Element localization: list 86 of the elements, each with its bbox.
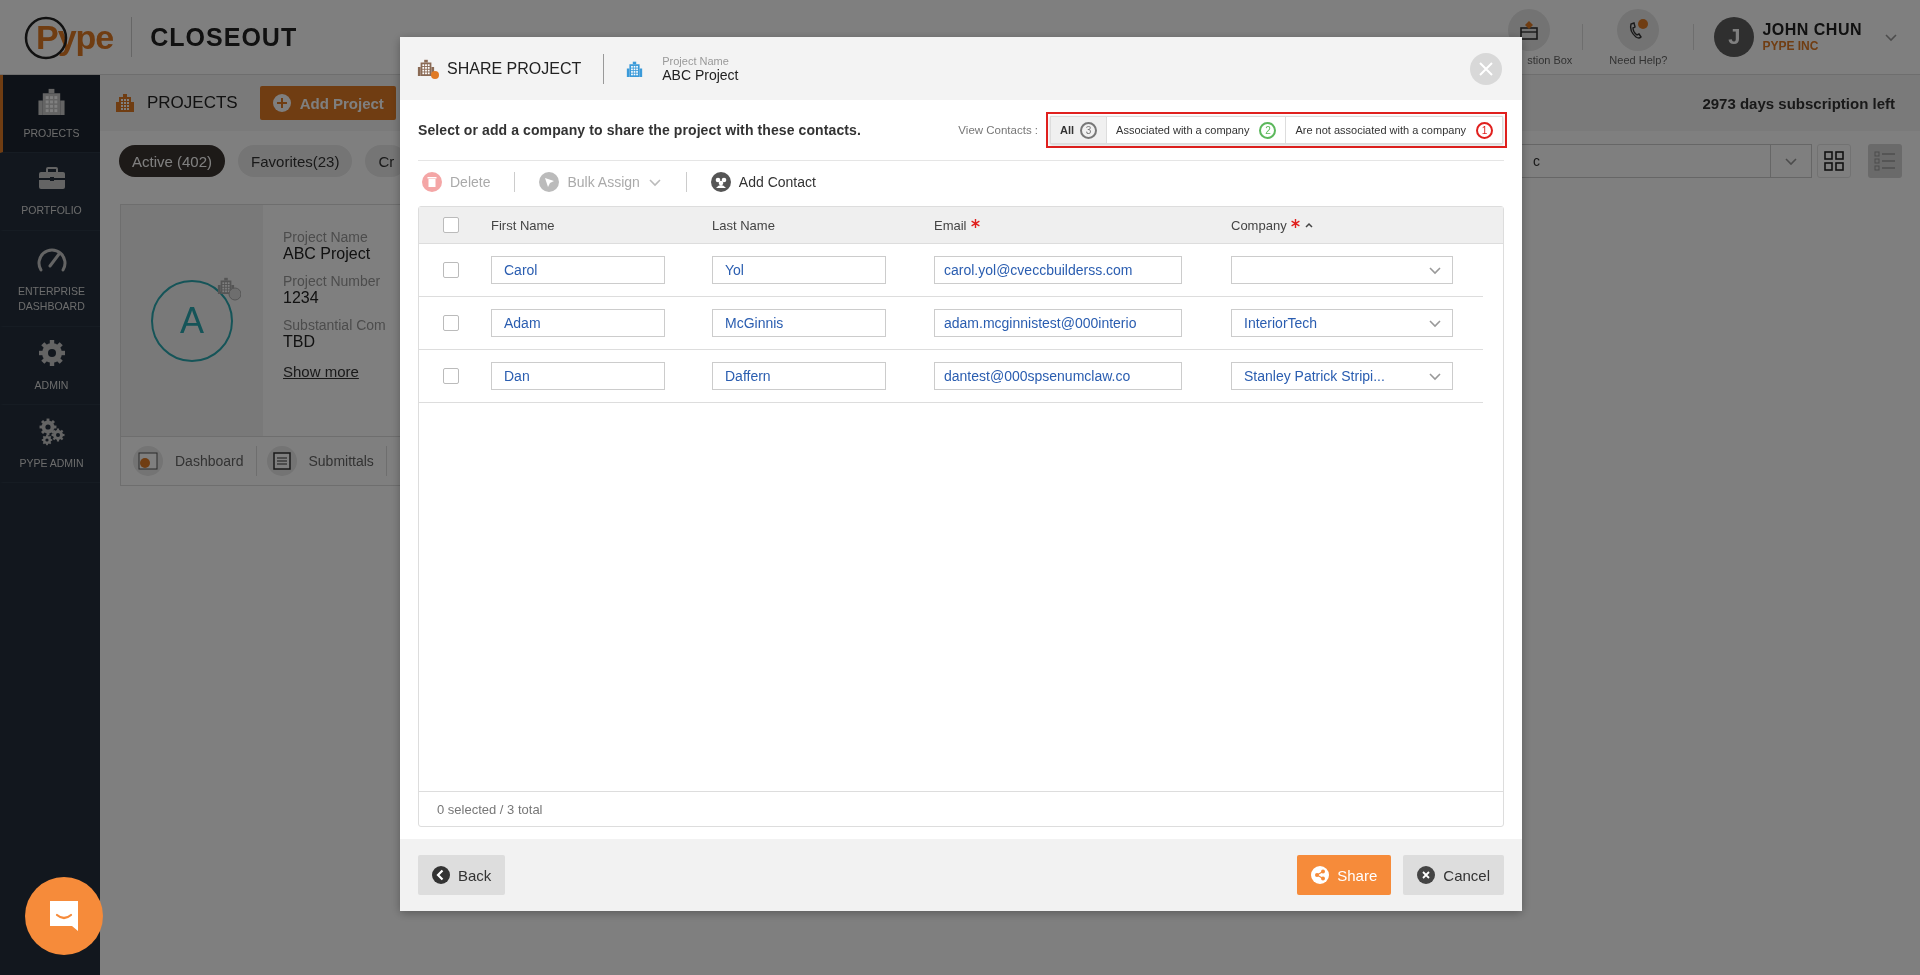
people-icon [710,172,731,192]
dialog-title: SHARE PROJECT [447,59,582,78]
field-value: ABC Project [283,245,372,263]
user-avatar: J [1714,17,1755,57]
column-heading[interactable]: First Name [491,217,712,233]
column-heading[interactable]: Last Name [712,217,934,233]
required-icon [1290,218,1300,228]
tab-label: All [1060,124,1075,136]
building-icon [626,59,645,78]
chevron-down-icon [1784,155,1798,167]
chevron-down-icon [1428,264,1442,276]
sort-up-icon[interactable] [1303,221,1314,229]
close-icon [1479,61,1493,76]
view-toggle[interactable] [1817,144,1851,178]
count-badge: 1 [1476,121,1493,139]
sidebar-item[interactable]: PROJECTS [0,75,100,153]
product-name: CLOSEOUT [150,22,298,52]
chevron-down-icon [647,176,662,188]
share-icon [1311,866,1330,884]
company-select[interactable]: InteriorTech [1231,309,1453,337]
email-field[interactable]: carol.yol@cveccbuilderss.com [934,256,1182,284]
instruction-text: Select or add a company to share the project with these contacts. [418,122,861,138]
count-badge: 3 [1080,121,1098,139]
filter-pill[interactable]: Favorites(23) [238,145,353,177]
company-select[interactable]: Stanley Patrick Stripi... [1231,362,1453,390]
gear-icon [36,338,67,369]
row-checkbox[interactable] [443,262,459,278]
help-button[interactable]: Need Help? [1593,8,1684,66]
select-all-checkbox[interactable] [443,217,459,233]
row-checkbox[interactable] [443,315,459,331]
view-contacts-label: View Contacts : [958,124,1039,136]
cursor-icon [539,172,560,192]
project-name-label: Project Name [662,54,730,67]
first-name-field[interactable]: Adam [491,309,665,337]
back-button[interactable]: Back [418,855,506,895]
first-name-field[interactable]: Carol [491,256,665,284]
plus-icon [271,93,292,113]
row-checkbox[interactable] [443,368,459,384]
action-label: Need Help? [1609,53,1668,66]
required-icon [970,218,980,228]
view-toggle[interactable] [1868,144,1902,178]
tab-label: Are not associated with a company [1295,124,1466,136]
first-name-field[interactable]: Dan [491,362,665,390]
column-heading[interactable]: Email [934,217,1231,233]
last-name-field[interactable]: McGinnis [712,309,886,337]
filter-tab[interactable]: Are not associated with a company 1 [1286,117,1502,143]
count-badge: 2 [1259,121,1277,139]
show-more-link[interactable]: Show more [283,363,386,380]
chevron-down-icon [1428,370,1442,382]
close-button[interactable] [1470,52,1502,85]
chart-window-icon [138,452,158,470]
building-icon [115,92,137,114]
field-value: 1234 [283,289,320,307]
tab-label: Associated with a company [1116,124,1250,136]
company-name: PYPE INC [1762,39,1820,53]
selection-count: 0 selected / 3 total [437,801,543,817]
chevron-down-icon [1428,317,1442,329]
filter-tab[interactable]: Associated with a company 2 [1107,117,1287,143]
company-select[interactable] [1231,256,1453,284]
building-icon [36,86,67,117]
field-value: TBD [283,333,316,351]
filter-tab[interactable]: All 3 [1051,117,1108,143]
user-name: JOHN CHUN [1762,21,1862,39]
add-contact-button[interactable]: Add Contact [710,172,816,192]
column-heading[interactable]: Company [1231,217,1503,233]
last-name-field[interactable]: Daffern [712,362,886,390]
ballot-box-icon [1518,18,1541,41]
card-tab[interactable]: Submittals [266,446,387,476]
cancel-button[interactable]: Cancel [1403,855,1504,895]
trash-icon [422,172,442,192]
email-field[interactable]: dantest@000spsenumclaw.co [934,362,1182,390]
building-share-icon [417,57,439,80]
card-tab[interactable]: Dashboard [133,446,257,476]
email-field[interactable]: adam.mcginnistest@000interio [934,309,1182,337]
cancel-icon [1417,866,1436,884]
filter-pill[interactable]: Active (402) [119,145,226,177]
chevron-down-icon[interactable] [1884,31,1898,43]
action-label: stion Box [1527,53,1573,66]
project-name: ABC Project [662,66,739,83]
page-title: PROJECTS [147,93,238,113]
last-name-field[interactable]: Yol [712,256,886,284]
building-share-icon [217,275,241,302]
chat-bubble-icon [47,898,81,934]
grid-icon [1824,151,1844,171]
list-icon [272,452,291,470]
subscription-status: 2973 days subscription left [1702,94,1895,112]
